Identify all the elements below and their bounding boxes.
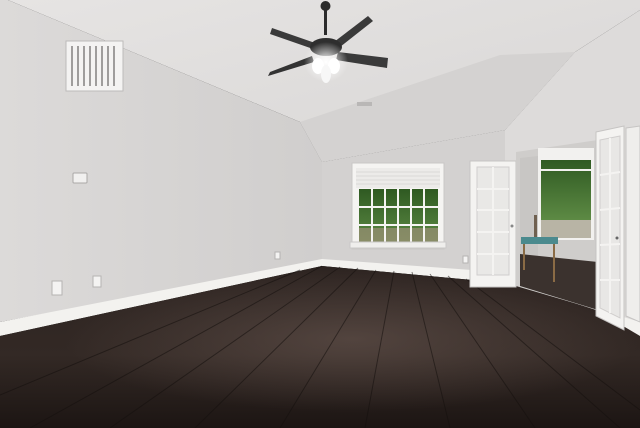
doorway-next-room [516,140,598,310]
thermostat [72,172,88,184]
room-photo [0,0,640,428]
ceiling-vent [357,102,372,106]
air-vent [65,40,124,92]
french-door-right [595,125,640,331]
french-door-left [469,160,517,288]
window [349,162,447,250]
room-illustration [0,0,640,428]
